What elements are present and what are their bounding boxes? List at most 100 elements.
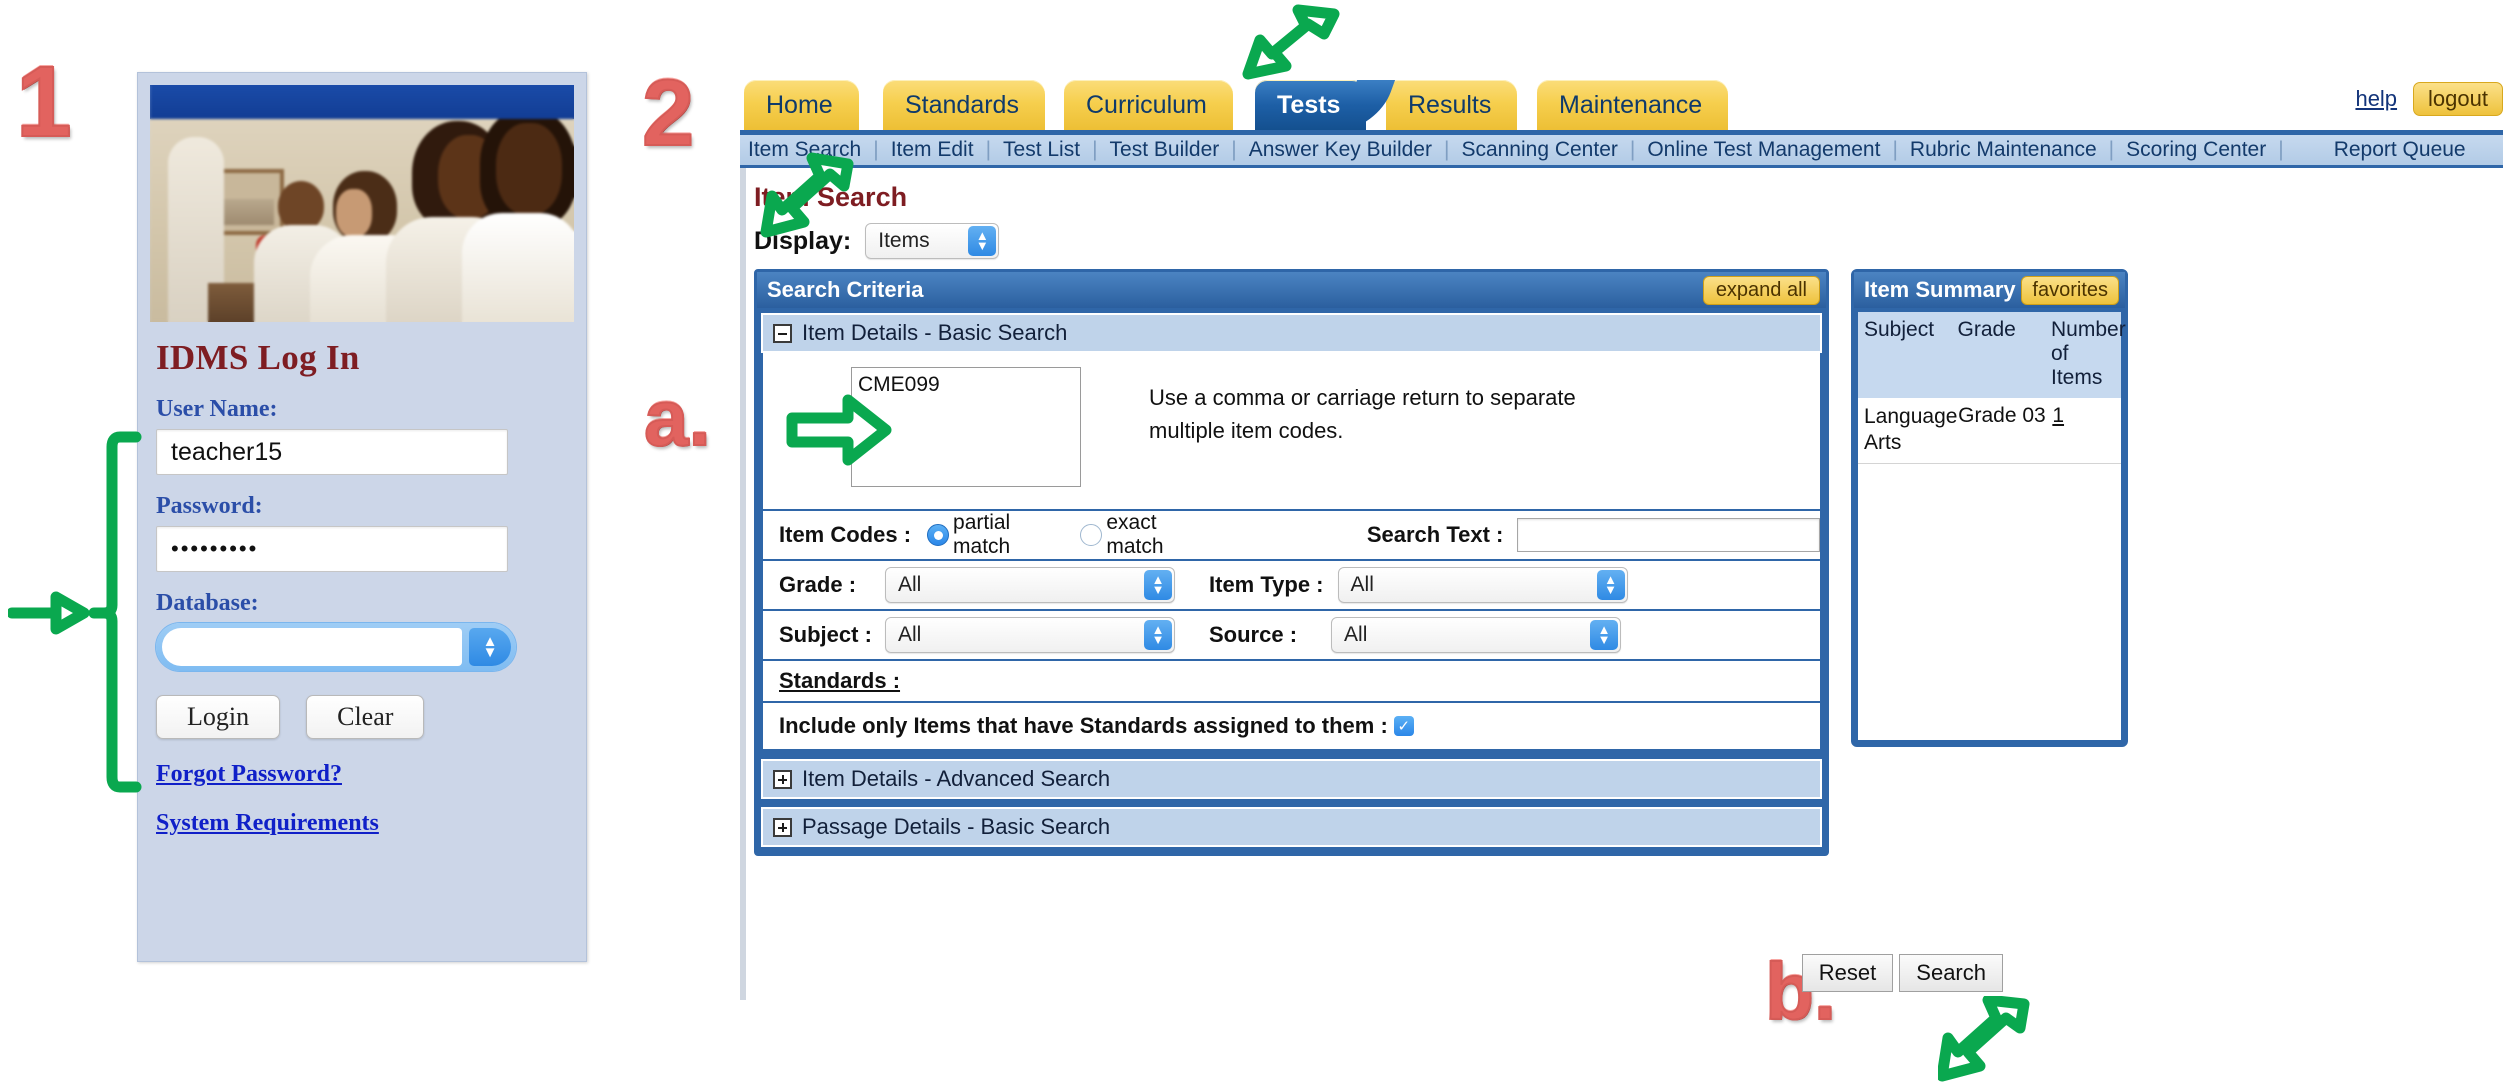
- include-standards-checkbox[interactable]: ✓: [1393, 716, 1414, 736]
- password-label: Password:: [156, 493, 263, 519]
- radio-exact-match[interactable]: [1080, 524, 1103, 546]
- include-standards-label: Include only Items that have Standards a…: [779, 713, 1388, 738]
- subnav-item-report-queue[interactable]: Report Queue: [2322, 138, 2478, 162]
- forgot-password-link[interactable]: Forgot Password?: [156, 761, 586, 788]
- grade-label: Grade :: [779, 572, 857, 597]
- database-select-value: [162, 628, 462, 666]
- section-label-passage-details-basic: Passage Details - Basic Search: [802, 814, 1111, 839]
- search-text-label: Search Text :: [1366, 522, 1504, 547]
- expand-plus-icon: [773, 817, 792, 837]
- username-input[interactable]: [156, 429, 508, 475]
- subject-source-row: Subject : All ▲ ▼ Source : All ▲ ▼: [763, 611, 1820, 661]
- subnav-item-scoring-center[interactable]: Scoring Center: [2114, 138, 2278, 162]
- section-header-passage-details-basic[interactable]: Passage Details - Basic Search: [761, 807, 1822, 847]
- database-select[interactable]: ▲ ▼: [156, 623, 516, 671]
- search-criteria-header: Search Criteria expand all: [757, 272, 1826, 308]
- expand-plus-icon: [773, 769, 792, 789]
- display-select[interactable]: Items ▲ ▼: [865, 223, 1000, 259]
- nav-utilities: help logout: [2355, 82, 2503, 116]
- item-count-link[interactable]: 1: [2052, 404, 2064, 427]
- password-input[interactable]: [156, 526, 508, 572]
- tab-home[interactable]: Home: [744, 80, 859, 130]
- subnav-item-test-list[interactable]: Test List: [991, 138, 1092, 162]
- subnav-item-answer-key-builder[interactable]: Answer Key Builder: [1237, 138, 1444, 162]
- source-select[interactable]: All ▲ ▼: [1331, 617, 1622, 653]
- section-header-item-details-basic[interactable]: Item Details - Basic Search: [761, 313, 1822, 353]
- favorites-button[interactable]: favorites: [2021, 275, 2119, 305]
- subnav-item-online-test-management[interactable]: Online Test Management: [1635, 138, 1892, 162]
- content-row: Search Criteria expand all Item Details …: [754, 269, 2503, 856]
- column-header-number-line2: of Items: [2051, 342, 2103, 389]
- login-hero-image: [150, 85, 574, 322]
- tab-standards[interactable]: Standards: [883, 80, 1045, 130]
- section-label-item-details-basic: Item Details - Basic Search: [802, 320, 1068, 345]
- radio-partial-match[interactable]: [927, 524, 950, 546]
- annotation-arrow-search-button: [1938, 996, 2030, 1082]
- tab-home-label: Home: [766, 90, 833, 119]
- cell-grade: Grade 03: [1958, 404, 2046, 427]
- database-label: Database:: [156, 590, 259, 616]
- expand-all-button[interactable]: expand all: [1702, 275, 1820, 305]
- tab-maintenance[interactable]: Maintenance: [1537, 80, 1729, 130]
- tab-tests[interactable]: Tests: [1255, 80, 1367, 130]
- search-button[interactable]: Search: [1899, 954, 2003, 992]
- standards-row: Standards :: [763, 661, 1820, 703]
- grade-select[interactable]: All ▲ ▼: [885, 567, 1175, 603]
- annotation-arrow-item-codes: [786, 394, 892, 466]
- source-label: Source :: [1209, 622, 1298, 647]
- annotation-marker-a: a.: [643, 373, 712, 462]
- chevron-updown-icon: ▲ ▼: [1144, 570, 1172, 600]
- subject-label: Subject :: [779, 622, 872, 647]
- chevron-updown-icon: ▲ ▼: [1590, 620, 1619, 650]
- item-summary-table: Subject Grade Number of Items Language A…: [1858, 312, 2126, 740]
- reset-button[interactable]: Reset: [1801, 954, 1894, 992]
- display-control-row: Display: Items ▲ ▼: [754, 223, 2503, 259]
- column-header-grade: Grade: [1957, 318, 2016, 341]
- column-header-number-of-items: Number of Items: [2051, 318, 2126, 390]
- grade-itemtype-row: Grade : All ▲ ▼ Item Type : All ▲ ▼: [763, 561, 1820, 611]
- sub-navigation-bar: Item Search | Item Edit | Test List | Te…: [740, 130, 2503, 168]
- item-codes-label: Item Codes :: [779, 522, 912, 547]
- chevron-updown-icon: ▲ ▼: [469, 628, 511, 666]
- item-codes-match-row: Item Codes : partial match exact match S…: [763, 511, 1821, 561]
- tab-standards-label: Standards: [905, 90, 1019, 119]
- clear-button[interactable]: Clear: [306, 695, 425, 739]
- column-header-subject: Subject: [1864, 318, 1935, 341]
- source-select-value: All: [1344, 623, 1368, 646]
- section-label-item-details-advanced: Item Details - Advanced Search: [802, 766, 1111, 791]
- subnav-separator: |: [2278, 138, 2284, 161]
- search-criteria-title: Search Criteria: [767, 277, 924, 302]
- subnav-item-test-builder[interactable]: Test Builder: [1098, 138, 1232, 162]
- display-select-value: Items: [878, 229, 930, 252]
- subnav-item-item-edit[interactable]: Item Edit: [879, 138, 986, 162]
- search-text-input[interactable]: [1517, 518, 1821, 552]
- item-type-select[interactable]: All ▲ ▼: [1337, 567, 1628, 603]
- subnav-item-rubric-maintenance[interactable]: Rubric Maintenance: [1898, 138, 2109, 162]
- subject-select-value: All: [898, 623, 922, 646]
- cell-count: 1: [2052, 404, 2121, 457]
- tab-tests-label: Tests: [1277, 90, 1341, 119]
- system-requirements-link[interactable]: System Requirements: [156, 810, 586, 837]
- section-header-item-details-advanced[interactable]: Item Details - Advanced Search: [761, 759, 1822, 799]
- radio-exact-match-label: exact match: [1106, 511, 1164, 558]
- column-header-number-line1: Number: [2051, 318, 2126, 341]
- item-codes-row: CME099 Use a comma or carriage return to…: [763, 353, 1820, 511]
- annotation-arrow-item-search: [760, 152, 854, 238]
- logout-button[interactable]: logout: [2413, 82, 2503, 116]
- item-type-label: Item Type :: [1209, 572, 1324, 597]
- help-link[interactable]: help: [2355, 86, 2397, 112]
- standards-link[interactable]: Standards :: [779, 668, 900, 694]
- subject-select[interactable]: All ▲ ▼: [885, 617, 1175, 653]
- cell-subject: Language Arts: [1864, 405, 1958, 455]
- annotation-marker-2: 2: [641, 60, 695, 165]
- login-button[interactable]: Login: [156, 695, 281, 739]
- chevron-updown-icon: ▲ ▼: [968, 226, 997, 256]
- annotation-arrow-tests-tab: [1242, 4, 1340, 80]
- section-body-item-details-basic: CME099 Use a comma or carriage return to…: [761, 353, 1822, 751]
- subnav-item-scanning-center[interactable]: Scanning Center: [1449, 138, 1629, 162]
- tab-curriculum[interactable]: Curriculum: [1064, 80, 1233, 130]
- form-action-buttons: Reset Search: [1801, 954, 2003, 992]
- username-label: User Name:: [156, 396, 278, 422]
- annotation-bracket-login-fields: [8, 431, 142, 793]
- tab-results[interactable]: Results: [1386, 80, 1518, 130]
